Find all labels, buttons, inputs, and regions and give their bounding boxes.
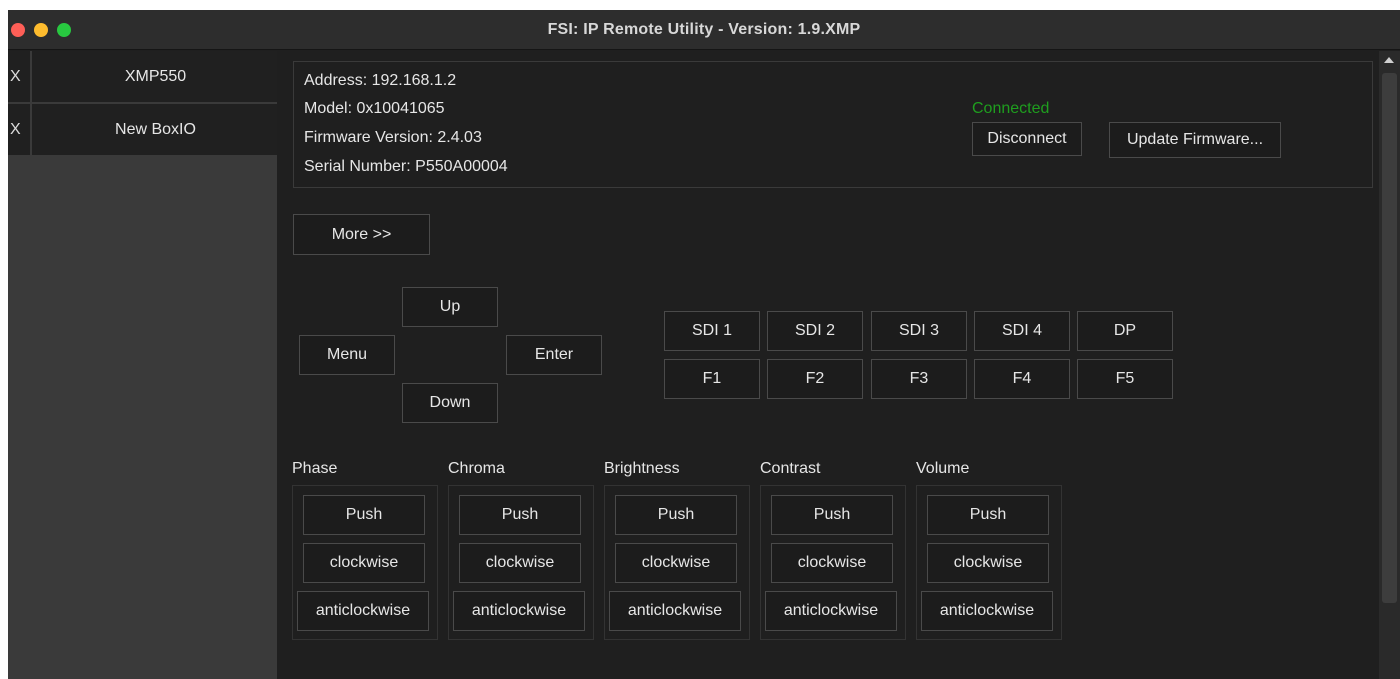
sidebar-item-xmp550[interactable]: X XMP550 [8, 51, 277, 104]
contrast-push-button[interactable]: Push [771, 495, 893, 535]
phase-clockwise-button[interactable]: clockwise [303, 543, 425, 583]
nav-enter-button[interactable]: Enter [506, 335, 602, 375]
volume-label: Volume [916, 460, 970, 477]
scrollbar-thumb[interactable] [1382, 73, 1397, 603]
sidebar-item-label: XMP550 [124, 68, 187, 85]
connection-status: Connected [972, 100, 1050, 117]
brightness-anticlockwise-button[interactable]: anticlockwise [609, 591, 741, 631]
input-sdi2-button[interactable]: SDI 2 [767, 311, 863, 351]
update-firmware-button[interactable]: Update Firmware... [1109, 122, 1281, 158]
main-panel: Address: 192.168.1.2 Model: 0x10041065 F… [277, 51, 1379, 679]
function-f1-button[interactable]: F1 [664, 359, 760, 399]
phase-group: Push clockwise anticlockwise [292, 485, 438, 640]
device-serial: Serial Number: P550A00004 [304, 158, 508, 175]
chroma-anticlockwise-button[interactable]: anticlockwise [453, 591, 585, 631]
device-info-panel: Address: 192.168.1.2 Model: 0x10041065 F… [293, 61, 1373, 188]
brightness-group: Push clockwise anticlockwise [604, 485, 750, 640]
function-f5-button[interactable]: F5 [1077, 359, 1173, 399]
nav-menu-button[interactable]: Menu [299, 335, 395, 375]
contrast-anticlockwise-button[interactable]: anticlockwise [765, 591, 897, 631]
function-f4-button[interactable]: F4 [974, 359, 1070, 399]
contrast-clockwise-button[interactable]: clockwise [771, 543, 893, 583]
remove-device-button[interactable]: X [8, 51, 32, 102]
chroma-label: Chroma [448, 460, 505, 477]
scroll-up-arrow-icon[interactable] [1384, 57, 1394, 63]
app-window: FSI: IP Remote Utility - Version: 1.9.XM… [8, 10, 1400, 679]
device-model: Model: 0x10041065 [304, 100, 445, 117]
chroma-clockwise-button[interactable]: clockwise [459, 543, 581, 583]
brightness-label: Brightness [604, 460, 680, 477]
phase-anticlockwise-button[interactable]: anticlockwise [297, 591, 429, 631]
volume-anticlockwise-button[interactable]: anticlockwise [921, 591, 1053, 631]
remove-device-button[interactable]: X [8, 104, 32, 155]
sidebar-item-new-boxio[interactable]: X New BoxIO [8, 104, 277, 157]
title-bar: FSI: IP Remote Utility - Version: 1.9.XM… [8, 10, 1400, 50]
chroma-push-button[interactable]: Push [459, 495, 581, 535]
volume-group: Push clockwise anticlockwise [916, 485, 1062, 640]
input-dp-button[interactable]: DP [1077, 311, 1173, 351]
input-sdi1-button[interactable]: SDI 1 [664, 311, 760, 351]
nav-up-button[interactable]: Up [402, 287, 498, 327]
sidebar-item-label: New BoxIO [115, 121, 196, 138]
device-address: Address: 192.168.1.2 [304, 72, 457, 89]
volume-push-button[interactable]: Push [927, 495, 1049, 535]
input-sdi3-button[interactable]: SDI 3 [871, 311, 967, 351]
brightness-clockwise-button[interactable]: clockwise [615, 543, 737, 583]
brightness-push-button[interactable]: Push [615, 495, 737, 535]
chroma-group: Push clockwise anticlockwise [448, 485, 594, 640]
nav-down-button[interactable]: Down [402, 383, 498, 423]
phase-label: Phase [292, 460, 338, 477]
function-f2-button[interactable]: F2 [767, 359, 863, 399]
contrast-label: Contrast [760, 460, 821, 477]
more-button[interactable]: More >> [293, 214, 430, 255]
window-title: FSI: IP Remote Utility - Version: 1.9.XM… [547, 21, 861, 38]
device-sidebar: X XMP550 X New BoxIO [8, 51, 277, 679]
disconnect-button[interactable]: Disconnect [972, 122, 1082, 156]
volume-clockwise-button[interactable]: clockwise [927, 543, 1049, 583]
phase-push-button[interactable]: Push [303, 495, 425, 535]
device-firmware: Firmware Version: 2.4.03 [304, 129, 482, 146]
vertical-scrollbar[interactable] [1379, 51, 1400, 679]
function-f3-button[interactable]: F3 [871, 359, 967, 399]
contrast-group: Push clockwise anticlockwise [760, 485, 906, 640]
input-sdi4-button[interactable]: SDI 4 [974, 311, 1070, 351]
